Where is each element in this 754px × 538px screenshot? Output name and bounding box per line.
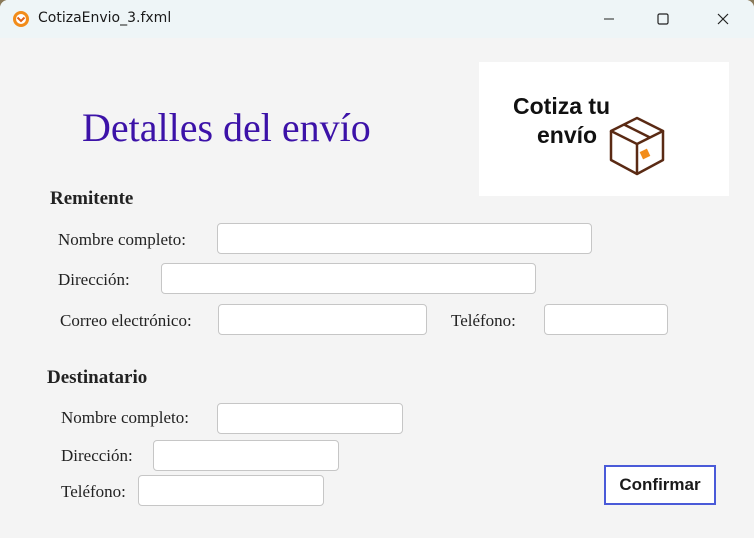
remitente-name-label: Nombre completo: bbox=[58, 230, 186, 249]
remitente-phone-input[interactable] bbox=[544, 304, 668, 335]
remitente-phone-label: Teléfono: bbox=[451, 311, 516, 330]
section-remitente: Remitente bbox=[50, 188, 134, 209]
logo: Cotiza tu envío bbox=[479, 62, 729, 196]
destinatario-name-label: Nombre completo: bbox=[61, 408, 189, 427]
app-window: CotizaEnvio_3.fxml Detalles del envío Co… bbox=[0, 0, 754, 538]
confirm-button[interactable]: Confirmar bbox=[604, 465, 716, 505]
minimize-button[interactable] bbox=[586, 0, 632, 38]
app-icon bbox=[13, 11, 29, 27]
maximize-icon bbox=[657, 13, 669, 25]
remitente-name-input[interactable] bbox=[217, 223, 592, 254]
section-destinatario: Destinatario bbox=[47, 367, 148, 388]
destinatario-phone-label: Teléfono: bbox=[61, 482, 126, 501]
remitente-address-label: Dirección: bbox=[58, 270, 130, 289]
close-button[interactable] bbox=[700, 0, 746, 38]
page-heading: Detalles del envío bbox=[82, 105, 371, 150]
close-icon bbox=[717, 13, 729, 25]
destinatario-address-input[interactable] bbox=[153, 440, 339, 471]
box-icon bbox=[609, 116, 665, 176]
maximize-button[interactable] bbox=[640, 0, 686, 38]
destinatario-phone-input[interactable] bbox=[138, 475, 324, 506]
remitente-address-input[interactable] bbox=[161, 263, 536, 294]
destinatario-address-label: Dirección: bbox=[61, 446, 133, 465]
title-bar[interactable]: CotizaEnvio_3.fxml bbox=[0, 0, 754, 38]
remitente-email-input[interactable] bbox=[218, 304, 427, 335]
logo-text-line1: Cotiza tu bbox=[513, 93, 611, 119]
remitente-email-label: Correo electrónico: bbox=[60, 311, 192, 330]
destinatario-name-input[interactable] bbox=[217, 403, 403, 434]
logo-text-line2: envío bbox=[537, 122, 598, 148]
minimize-icon bbox=[604, 18, 614, 20]
window-title: CotizaEnvio_3.fxml bbox=[38, 10, 172, 26]
